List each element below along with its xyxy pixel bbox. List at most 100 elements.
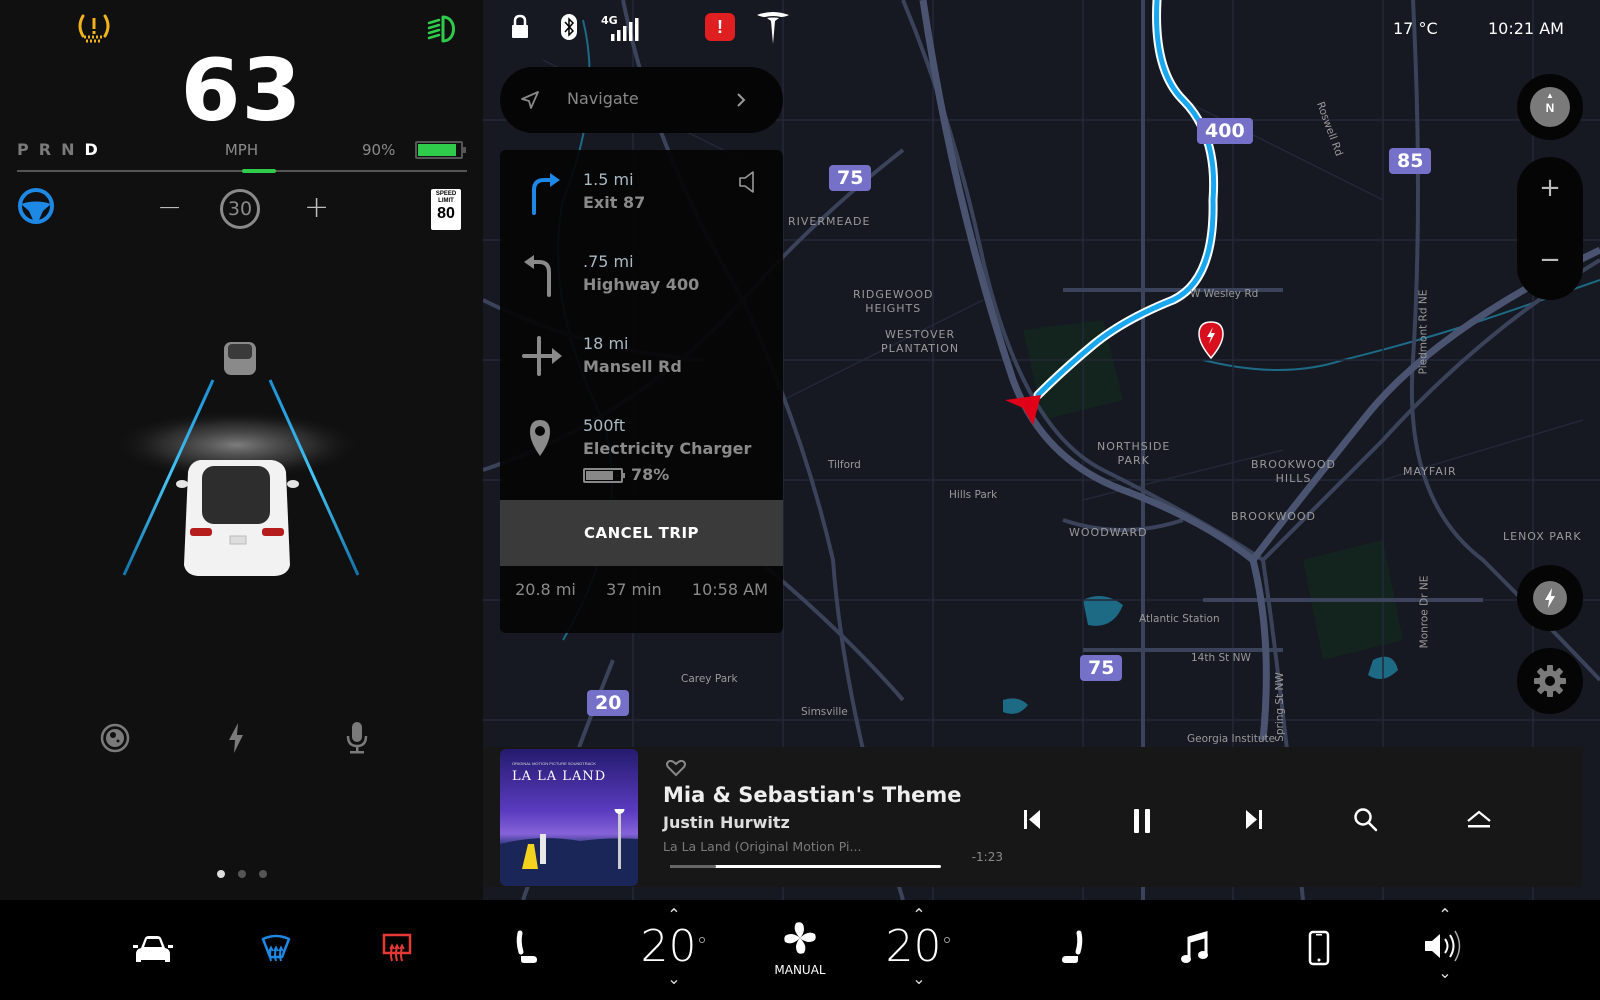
lightning-icon <box>1533 581 1567 615</box>
highway-shield-75: 75 <box>1080 655 1123 681</box>
chevron-right-icon <box>737 93 746 107</box>
passenger-temp-up-button[interactable]: ⌃ <box>879 907 959 923</box>
map-settings-button[interactable] <box>1517 648 1583 714</box>
page-dot-3[interactable] <box>258 870 267 878</box>
cancel-trip-button[interactable]: CANCEL TRIP <box>500 500 783 566</box>
step-name: Mansell Rd <box>583 357 682 376</box>
tesla-logo-icon[interactable] <box>755 10 791 46</box>
map-label: MAYFAIR <box>1403 465 1457 478</box>
pause-icon[interactable] <box>1130 807 1154 835</box>
map-label: Hills Park <box>949 489 998 501</box>
climate-bar: ⌃ 20° ⌄ MANUAL ⌃ 20° ⌄ ⌃ ⌄ <box>0 900 1600 1000</box>
trip-summary: 20.8 mi 37 min 10:58 AM <box>500 580 783 599</box>
map-label: Georgia Institute <box>1187 733 1276 745</box>
bluetooth-icon[interactable] <box>561 14 577 40</box>
direction-step[interactable]: 1.5 mi Exit 87 <box>500 150 783 232</box>
passenger-seat-heater-icon[interactable] <box>1060 930 1084 966</box>
fan-mode-label: MANUAL <box>774 963 826 977</box>
search-icon[interactable] <box>1353 807 1379 833</box>
volume-icon[interactable] <box>1423 926 1467 966</box>
passenger-temperature: 20° <box>886 921 953 972</box>
zoom-out-button[interactable]: − <box>1517 245 1583 275</box>
volume-up-button[interactable]: ⌃ <box>1405 907 1485 923</box>
track-artist: Justin Hurwitz <box>663 813 790 832</box>
navigate-label: Navigate <box>567 89 639 108</box>
lightning-icon[interactable] <box>226 722 246 754</box>
map-label: Carey Park <box>681 673 738 685</box>
battery-icon <box>415 141 466 159</box>
map-label: NORTHSIDE PARK <box>1097 440 1171 467</box>
charger-battery-percent: 78% <box>631 465 670 484</box>
music-note-icon[interactable] <box>1180 930 1210 966</box>
turn-right-icon <box>532 173 560 215</box>
car-icon[interactable] <box>133 934 173 966</box>
lock-icon[interactable] <box>510 14 530 40</box>
microphone-icon[interactable] <box>345 721 369 755</box>
volume-down-button[interactable]: ⌄ <box>1405 965 1485 981</box>
speed-bar-marker <box>242 169 276 173</box>
map-label: RIDGEWOOD HEIGHTS <box>853 288 934 315</box>
next-track-icon[interactable] <box>1242 807 1266 831</box>
map-label: Tilford <box>828 459 861 471</box>
ego-vehicle <box>176 460 299 576</box>
page-dot-2[interactable] <box>237 870 246 878</box>
steering-wheel-icon[interactable] <box>17 187 55 225</box>
driver-temp-down-button[interactable]: ⌄ <box>634 971 714 987</box>
album-art-subtitle: ORIGINAL MOTION PICTURE SOUNDTRACK <box>512 761 596 766</box>
map-label: WESTOVER PLANTATION <box>881 328 960 355</box>
step-distance: 1.5 mi <box>583 170 634 189</box>
compass-button[interactable]: ▲ N <box>1517 74 1583 140</box>
lead-vehicle <box>224 342 256 375</box>
highway-shield-85: 85 <box>1389 148 1432 174</box>
speed-limit-sign: SPEED LIMIT 80 <box>431 189 461 230</box>
track-album: La La Land (Original Motion Pi... <box>663 839 862 854</box>
alert-icon[interactable]: ! <box>705 13 735 41</box>
location-pin-icon <box>530 420 550 456</box>
track-progress-bar[interactable] <box>670 865 941 868</box>
cruise-increase-button[interactable]: + <box>304 190 329 225</box>
map-label: Simsville <box>801 706 848 718</box>
map-label: Atlantic Station <box>1139 613 1220 625</box>
page-dot-1[interactable] <box>216 870 225 878</box>
media-player: ORIGINAL MOTION PICTURE SOUNDTRACK LA LA… <box>483 747 1583 887</box>
album-art[interactable]: ORIGINAL MOTION PICTURE SOUNDTRACK LA LA… <box>500 749 638 886</box>
rear-defrost-icon[interactable] <box>382 933 412 963</box>
phone-icon[interactable] <box>1308 930 1330 966</box>
direction-step[interactable]: .75 mi Highway 400 <box>500 232 783 314</box>
degree-symbol: ° <box>696 934 708 959</box>
speaker-mute-icon[interactable] <box>738 170 758 194</box>
map-label: LENOX PARK <box>1503 530 1582 543</box>
previous-track-icon[interactable] <box>1020 807 1044 831</box>
highway-shield-400: 400 <box>1197 118 1253 144</box>
dashcam-icon[interactable] <box>100 723 130 753</box>
clock: 10:21 AM <box>1488 19 1564 38</box>
compass-icon: ▲ N <box>1530 87 1570 127</box>
zoom-control: + − <box>1517 157 1583 300</box>
driver-temp-up-button[interactable]: ⌃ <box>634 907 714 923</box>
instrument-cluster: 63 P R N D MPH 90% − 30 + SPEED LIMIT 80 <box>0 0 483 900</box>
front-defrost-icon[interactable] <box>260 933 292 965</box>
map-label: BROOKWOOD HILLS <box>1251 458 1336 485</box>
autopilot-visualization <box>112 342 362 576</box>
continue-straight-icon <box>522 336 562 376</box>
headlights-icon <box>427 15 455 43</box>
fan-control[interactable]: MANUAL <box>768 920 832 977</box>
charger-battery-fill <box>586 471 613 480</box>
passenger-temperature-value: 20 <box>885 921 942 972</box>
favorite-heart-icon[interactable] <box>666 759 686 777</box>
driver-temperature-value: 20 <box>640 921 697 972</box>
charging-stations-button[interactable] <box>1517 565 1583 631</box>
navigate-search-button[interactable]: Navigate <box>500 67 783 133</box>
direction-step[interactable]: 18 mi Mansell Rd <box>500 314 783 396</box>
passenger-temp-down-button[interactable]: ⌄ <box>879 971 959 987</box>
speed-limit-label: SPEED LIMIT <box>435 191 457 204</box>
driver-seat-heater-icon[interactable] <box>515 930 539 966</box>
passenger-temperature-control: ⌃ 20° ⌄ <box>879 907 959 987</box>
compass-label: N <box>1545 101 1555 115</box>
zoom-in-button[interactable]: + <box>1517 173 1583 203</box>
highway-shield-20: 20 <box>587 690 630 716</box>
map-label: Spring St NW <box>1273 672 1286 742</box>
expand-player-icon[interactable] <box>1465 807 1493 831</box>
step-name: Electricity Charger <box>583 439 752 458</box>
cruise-decrease-button[interactable]: − <box>157 190 182 225</box>
